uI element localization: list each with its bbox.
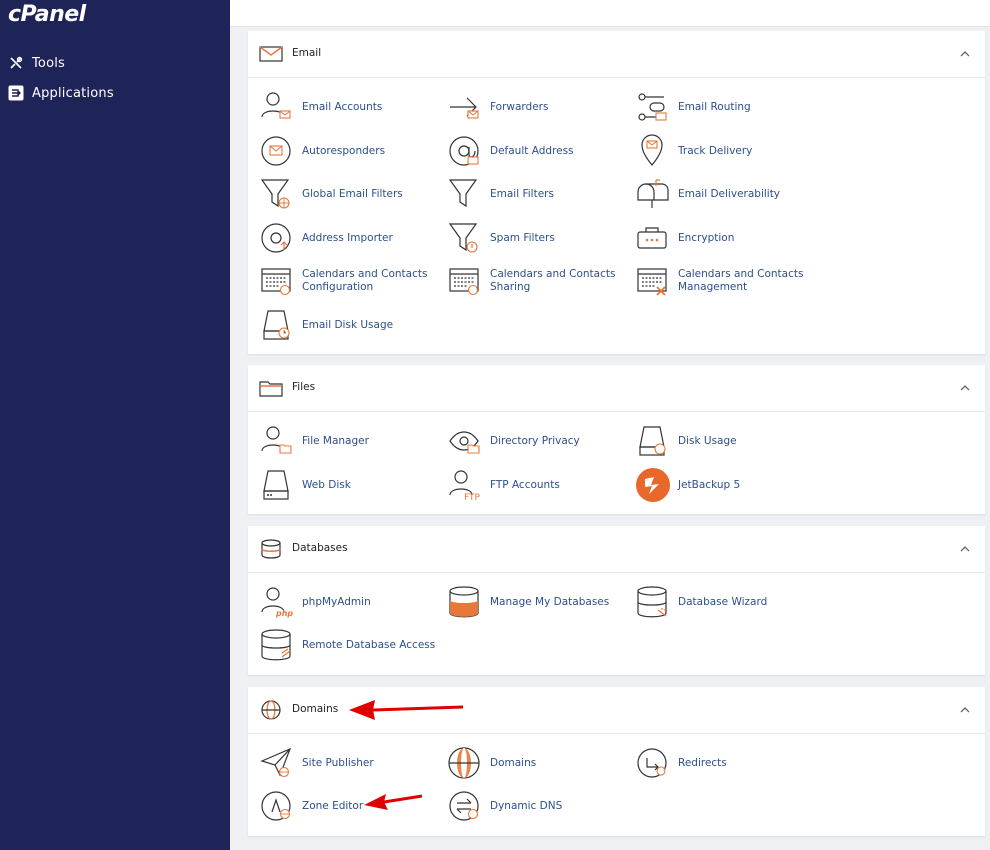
- section-title: Databases: [292, 542, 348, 554]
- autoresponders-icon: [260, 133, 294, 169]
- item-label: Web Disk: [302, 478, 351, 491]
- section-header[interactable]: Databases: [248, 526, 985, 573]
- funnel-icon: [448, 176, 482, 212]
- calendar-share-icon: [448, 263, 482, 299]
- location-pin-icon: [636, 133, 670, 169]
- folder-icon: [259, 378, 283, 398]
- chevron-up-icon[interactable]: [959, 542, 971, 554]
- funnel-globe-icon: [260, 176, 294, 212]
- chevron-up-icon[interactable]: [959, 47, 971, 59]
- chevron-up-icon[interactable]: [959, 703, 971, 715]
- item-label: Email Deliverability: [678, 187, 781, 200]
- item-label: Calendars and Contacts Sharing: [490, 268, 616, 293]
- item-label: Address Importer: [302, 231, 393, 244]
- section-email: Email Email Accounts Forwarders Email Ro…: [248, 31, 985, 354]
- database-remote-icon: [260, 627, 294, 663]
- calendar-tools-icon: [636, 263, 670, 299]
- globe-icon: [259, 700, 283, 720]
- globe-large-icon: [448, 745, 482, 781]
- forwarders-icon: [448, 89, 482, 125]
- annotation-arrow-zone-editor: [364, 794, 423, 810]
- dynamic-dns-icon: [448, 788, 482, 824]
- email-accounts-icon: [260, 89, 294, 125]
- disk-clock-icon: [636, 423, 670, 459]
- sidebar: cPanel Tools Applications: [0, 0, 230, 850]
- svg-text:FTP: FTP: [464, 493, 481, 503]
- sidebar-item-tools[interactable]: Tools: [8, 52, 65, 74]
- item-label: File Manager: [302, 434, 369, 447]
- item-label: Email Routing: [678, 100, 751, 113]
- database-icon: [259, 539, 283, 559]
- user-ftp-icon: FTP: [448, 467, 482, 503]
- item-label: Dynamic DNS: [490, 799, 563, 812]
- redirect-icon: [636, 745, 670, 781]
- applications-icon: [8, 85, 24, 101]
- mailbox-icon: [636, 176, 670, 212]
- annotation-arrow-domains: [349, 700, 464, 720]
- disk-clock-icon: [260, 307, 294, 343]
- item-label: JetBackup 5: [678, 478, 741, 491]
- calendar-gear-icon: [260, 263, 294, 299]
- item-label: Spam Filters: [490, 231, 555, 244]
- section-databases: Databases php phpMyAdmin Manage My Datab…: [248, 526, 985, 675]
- item-label: Encryption: [678, 231, 735, 244]
- cpanel-logo[interactable]: cPanel: [8, 2, 86, 27]
- sidebar-item-label: Applications: [32, 85, 114, 101]
- item-label: Disk Usage: [678, 434, 737, 447]
- item-label: Remote Database Access: [302, 638, 436, 651]
- section-title: Domains: [292, 703, 339, 715]
- user-php-icon: php: [260, 584, 294, 620]
- item-label: Redirects: [678, 756, 727, 769]
- section-title: Files: [292, 381, 316, 393]
- item-label: Global Email Filters: [302, 187, 403, 200]
- item-label: Calendars and Contacts Configuration: [302, 268, 428, 293]
- email-routing-icon: [636, 89, 670, 125]
- item-label: Database Wizard: [678, 595, 768, 608]
- item-label: Default Address: [490, 144, 574, 157]
- at-sign-icon: [448, 133, 482, 169]
- at-import-icon: [260, 220, 294, 256]
- sidebar-item-label: Tools: [32, 55, 66, 71]
- item-label: Site Publisher: [302, 756, 374, 769]
- lock-box-icon: [636, 220, 670, 256]
- item-label: Email Accounts: [302, 100, 383, 113]
- top-strip: [230, 0, 990, 27]
- eye-folder-icon: [448, 423, 482, 459]
- database-wand-icon: [636, 584, 670, 620]
- item-label: Directory Privacy: [490, 434, 580, 447]
- item-label: FTP Accounts: [490, 478, 560, 491]
- envelope-icon: [259, 44, 283, 64]
- item-label: Track Delivery: [678, 144, 753, 157]
- item-label: Manage My Databases: [490, 595, 610, 608]
- section-files: Files File Manager Directory Privacy Dis…: [248, 365, 985, 514]
- section-header[interactable]: Email: [248, 31, 985, 78]
- item-label: Forwarders: [490, 100, 549, 113]
- jetbackup-logo-icon: [636, 467, 670, 503]
- svg-text:php: php: [275, 609, 293, 618]
- item-label: Autoresponders: [302, 144, 386, 157]
- disk-icon: [260, 467, 294, 503]
- section-header[interactable]: Files: [248, 365, 985, 412]
- section-title: Email: [292, 47, 322, 59]
- item-label: Email Disk Usage: [302, 318, 394, 331]
- user-folder-icon: [260, 423, 294, 459]
- item-label: phpMyAdmin: [302, 595, 371, 608]
- main-content: Email Email Accounts Forwarders Email Ro…: [230, 0, 990, 850]
- chevron-up-icon[interactable]: [959, 381, 971, 393]
- sidebar-item-applications[interactable]: Applications: [8, 82, 114, 104]
- zone-editor-icon: [260, 788, 294, 824]
- database-orange-icon: [448, 584, 482, 620]
- tools-icon: [8, 55, 24, 71]
- item-label: Calendars and Contacts Management: [678, 268, 804, 293]
- funnel-warning-icon: [448, 220, 482, 256]
- paper-plane-icon: [260, 745, 294, 781]
- item-label: Email Filters: [490, 187, 554, 200]
- item-label: Domains: [490, 756, 537, 769]
